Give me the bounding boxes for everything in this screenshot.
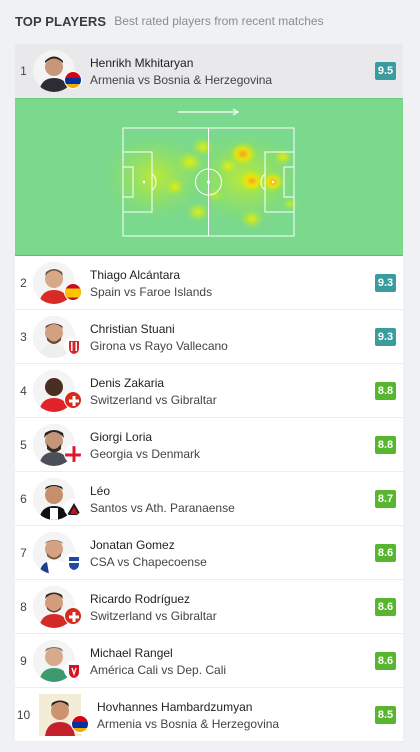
player-row-5[interactable]: 5 Giorgi Loria Georgia vs Denmark 8.8 [15,418,403,472]
player-row-9[interactable]: 9 Michael Rangel América Cali vs Dep. Ca… [15,634,403,688]
player-rank: 6 [20,492,27,506]
player-row-7[interactable]: 7 Jonatan Gomez CSA vs Chapecoense 8.6 [15,526,403,580]
armenia-flag-icon [64,71,82,89]
player-match: América Cali vs Dep. Cali [90,663,227,677]
player-row-6[interactable]: 6 Léo Santos vs Ath. Paranaense 8.7 [15,472,403,526]
player-match: Girona vs Rayo Vallecano [90,339,228,353]
spain-flag-icon [64,283,82,301]
section-subtitle: Best rated players from recent matches [114,14,324,28]
rating-badge: 9.3 [375,328,396,346]
player-heatmap-panel [15,98,403,256]
player-name: Henrikh Mkhitaryan [90,56,194,70]
rating-badge: 8.7 [375,490,396,508]
player-row-4[interactable]: 4 Denis Zakaria Switzerland vs Gibraltar… [15,364,403,418]
player-match: Santos vs Ath. Paranaense [90,501,235,515]
georgia-flag-icon [64,445,82,463]
top-players-list: 1 Henrikh Mkhitaryan Armenia vs Bosnia &… [15,44,403,742]
rating-badge: 9.5 [375,62,396,80]
player-match: Georgia vs Denmark [90,447,201,461]
rating-badge: 8.6 [375,544,396,562]
player-name: Hovhannes Hambardzumyan [97,700,253,714]
armenia-flag-icon [71,715,89,733]
csa-crest-icon [64,553,82,571]
player-rank: 5 [20,438,27,452]
rating-badge: 8.6 [375,652,396,670]
player-match: Switzerland vs Gibraltar [90,393,217,407]
rating-badge: 8.5 [375,706,396,724]
player-rank: 7 [20,546,27,560]
player-rank: 2 [20,276,27,290]
player-row-1[interactable]: 1 Henrikh Mkhitaryan Armenia vs Bosnia &… [15,44,403,98]
player-name: Thiago Alcántara [90,268,181,282]
rating-badge: 8.8 [375,436,396,454]
section-header: TOP PLAYERS Best rated players from rece… [0,0,420,42]
player-name: Denis Zakaria [90,376,165,390]
rating-badge: 8.8 [375,382,396,400]
heat-zones [105,134,300,229]
player-rank: 10 [16,708,31,722]
player-match: Armenia vs Bosnia & Herzegovina [90,73,273,87]
player-match: Spain vs Faroe Islands [90,285,213,299]
america-cali-crest-icon [64,661,82,679]
player-name: Michael Rangel [90,646,173,660]
player-name: Léo [90,484,111,498]
player-row-8[interactable]: 8 Ricardo Rodríguez Switzerland vs Gibra… [15,580,403,634]
section-title: TOP PLAYERS [15,13,107,29]
player-rank: 3 [20,330,27,344]
player-rank: 9 [20,654,27,668]
heatmap-graphic [105,108,300,237]
player-match: Armenia vs Bosnia & Herzegovina [97,717,280,731]
player-match: CSA vs Chapecoense [90,555,207,569]
player-rank: 8 [20,600,27,614]
player-row-10[interactable]: 10 Hovhannes Hambardzumyan Armenia vs Bo… [15,688,403,742]
player-name: Jonatan Gomez [90,538,175,552]
player-rank: 1 [20,64,27,78]
switzerland-flag-icon [64,607,82,625]
rating-badge: 8.6 [375,598,396,616]
player-name: Giorgi Loria [90,430,153,444]
player-row-2[interactable]: 2 Thiago Alcántara Spain vs Faroe Island… [15,256,403,310]
player-row-3[interactable]: 3 Christian Stuani Girona vs Rayo Vallec… [15,310,403,364]
player-name: Christian Stuani [90,322,175,336]
player-match: Switzerland vs Gibraltar [90,609,217,623]
rating-badge: 9.3 [375,274,396,292]
girona-crest-icon [64,337,82,355]
attack-direction-arrow-icon [178,108,240,116]
switzerland-flag-icon [64,391,82,409]
player-name: Ricardo Rodríguez [90,592,191,606]
paranaense-crest-icon [64,499,82,517]
player-rank: 4 [20,384,27,398]
